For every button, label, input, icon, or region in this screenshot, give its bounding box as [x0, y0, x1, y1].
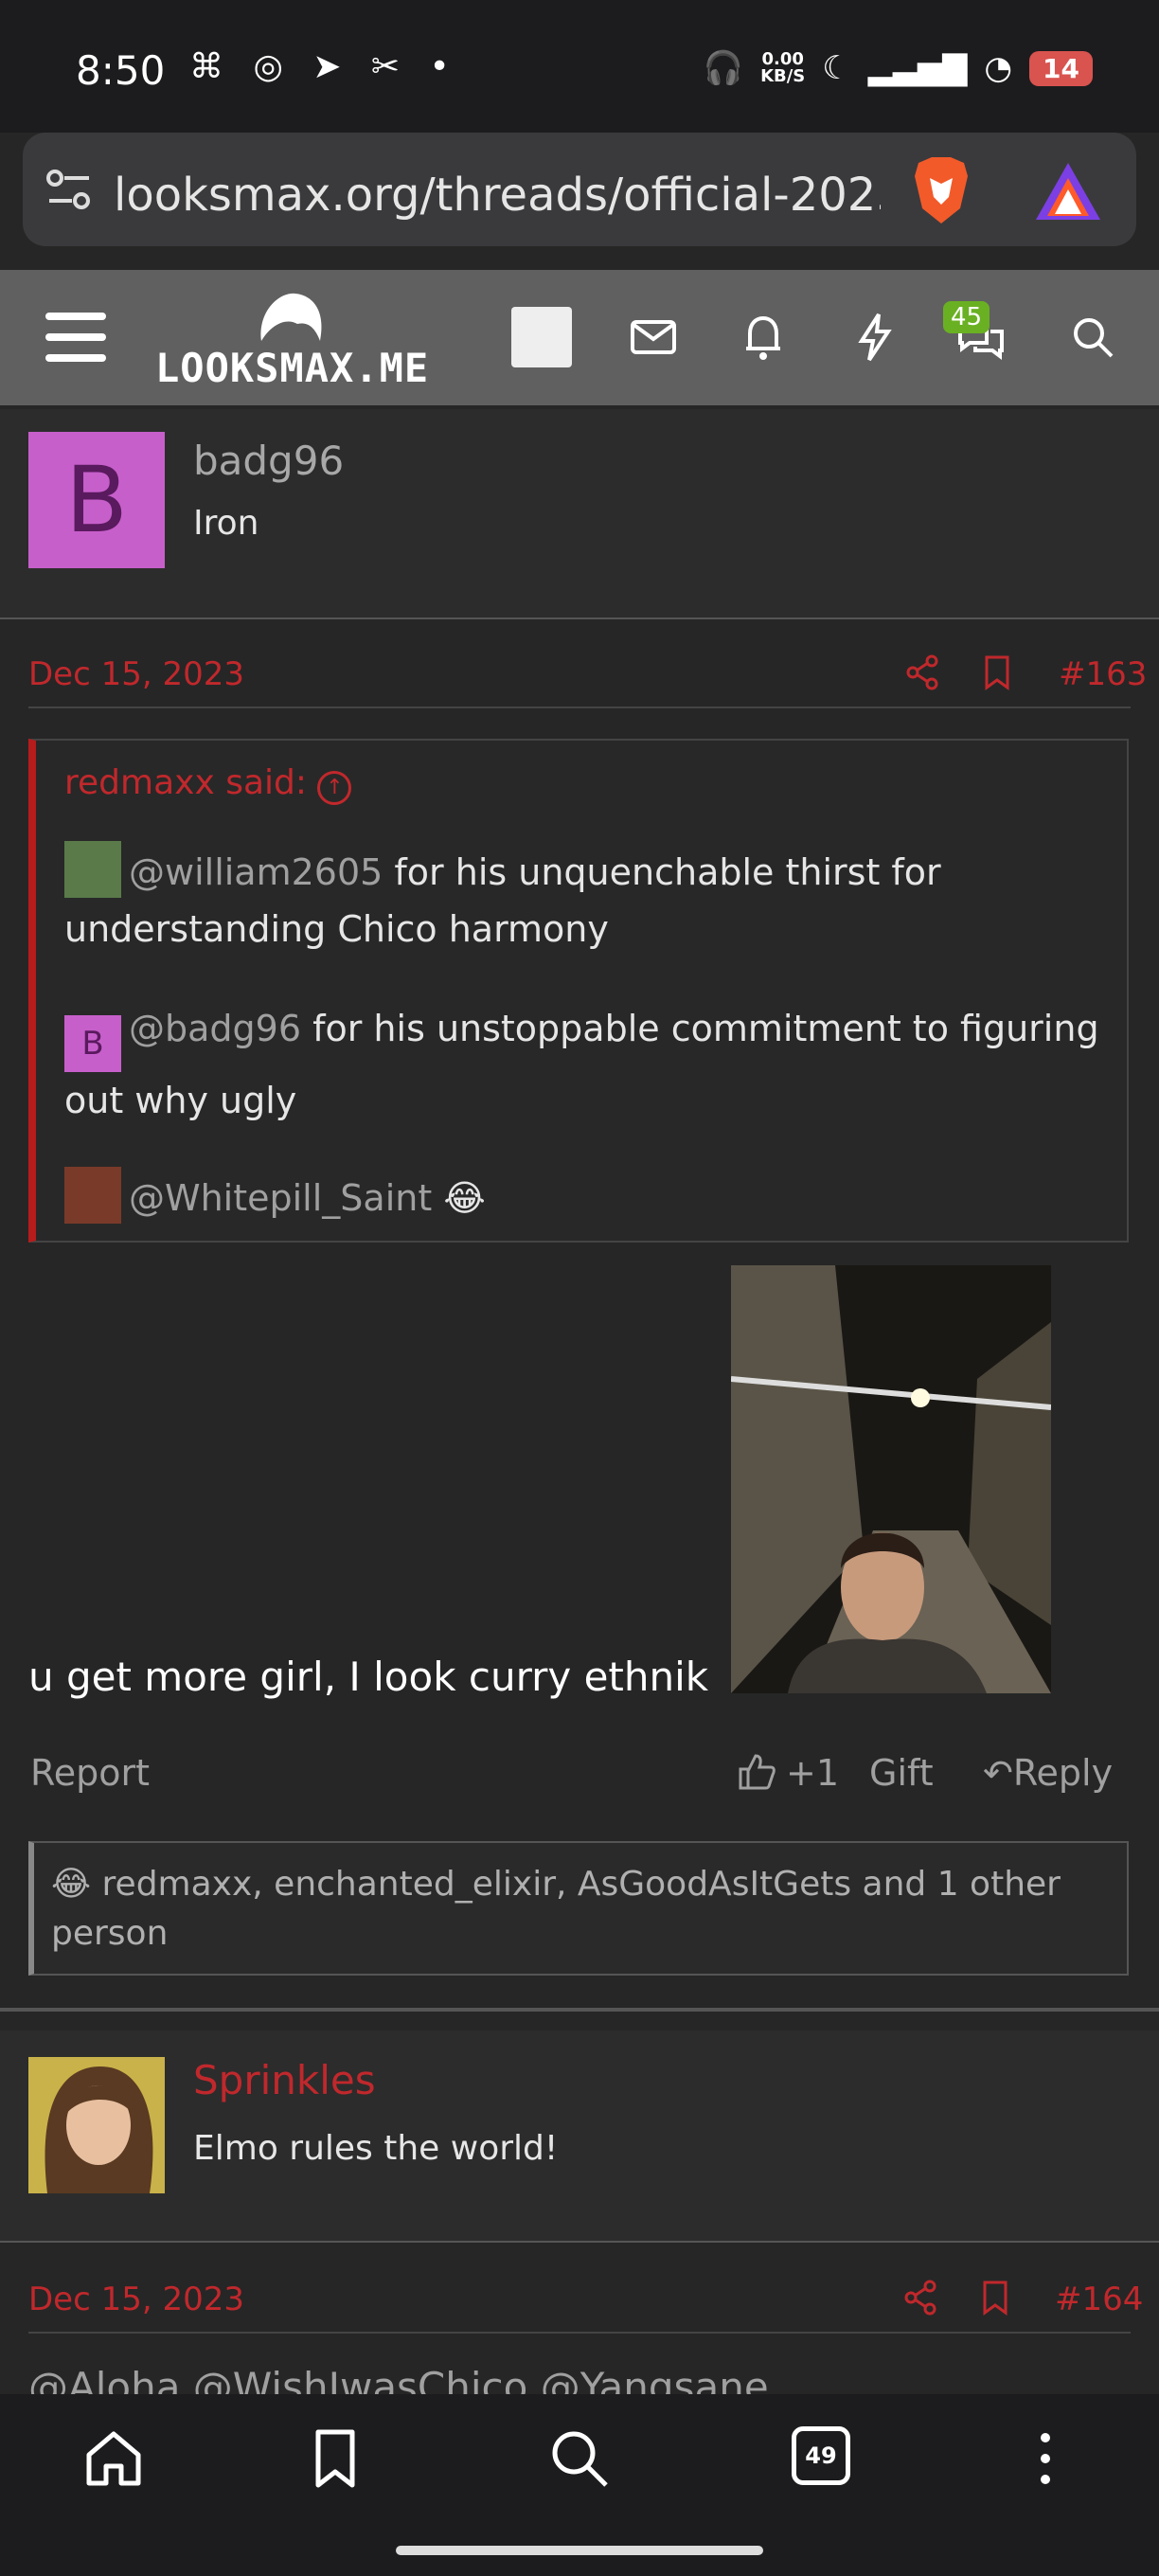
- divider: [28, 707, 1131, 708]
- post-number[interactable]: #164: [1055, 2281, 1143, 2318]
- quote-author[interactable]: redmaxx said: ↑: [64, 763, 352, 805]
- quote-jump-icon[interactable]: ↑: [317, 771, 352, 805]
- divider: [28, 2332, 1131, 2334]
- notification-icons: ⌘ ◎ ➤ ✂ •: [189, 47, 459, 86]
- brave-rewards-icon[interactable]: [1034, 161, 1102, 222]
- quote-line-2: B @badg96 for his unstoppable commitment …: [64, 1008, 1099, 1121]
- like-icon[interactable]: [737, 1752, 776, 1792]
- menu-icon[interactable]: [45, 313, 106, 362]
- headphones-icon: 🎧: [703, 49, 744, 87]
- site-logo[interactable]: LOOKSMAX.ME: [155, 345, 428, 391]
- mini-avatar: [64, 841, 121, 898]
- gesture-handle: [396, 2546, 763, 2555]
- post-username[interactable]: Sprinkles: [193, 2057, 376, 2103]
- bolt-icon[interactable]: [847, 309, 903, 366]
- post-body: u get more girl, I look curry ethnik: [28, 1654, 709, 1700]
- post-user-title: Iron: [193, 504, 259, 543]
- bookmark-icon[interactable]: [981, 653, 1013, 691]
- search-icon[interactable]: [1064, 309, 1121, 366]
- search-icon[interactable]: [545, 2424, 614, 2493]
- reply-link[interactable]: ↶Reply: [983, 1752, 1113, 1794]
- mini-avatar: B: [64, 1015, 121, 1072]
- avatar[interactable]: [28, 2057, 165, 2193]
- moon-icon: ☾: [822, 49, 851, 87]
- conversations-badge: 45: [943, 301, 990, 333]
- post-separator: [0, 2008, 1159, 2012]
- user-avatar[interactable]: [511, 307, 572, 367]
- like-count[interactable]: +1: [786, 1752, 839, 1794]
- quote-line-1: @william2605 for his unquenchable thirst…: [64, 841, 1106, 957]
- post-date[interactable]: Dec 15, 2023: [28, 655, 244, 693]
- crying-laughing-emoji: 😂: [51, 1865, 92, 1904]
- bell-icon[interactable]: [735, 309, 792, 366]
- bookmark-icon[interactable]: [979, 2279, 1011, 2317]
- share-icon[interactable]: [901, 2279, 939, 2317]
- mention-link[interactable]: @Whitepill_Saint: [129, 1177, 432, 1219]
- net-speed: 0.00 KB/S: [760, 49, 806, 86]
- tabs-count[interactable]: 49: [792, 2426, 850, 2485]
- battery-icon: 14: [1029, 50, 1093, 86]
- post-user-title: Elmo rules the world!: [193, 2129, 559, 2168]
- mention-link[interactable]: @william2605: [129, 851, 383, 893]
- url-text[interactable]: looksmax.org/threads/official-2023-: [114, 169, 881, 222]
- mention-link[interactable]: @badg96: [129, 1008, 301, 1049]
- post-photo[interactable]: [731, 1265, 1051, 1693]
- post-user-block: [0, 409, 1159, 619]
- quote-line-3: @Whitepill_Saint 😂: [64, 1167, 1106, 1226]
- site-settings-icon[interactable]: [45, 167, 93, 214]
- reply-icon: ↶: [983, 1752, 1013, 1794]
- report-link[interactable]: Report: [30, 1752, 150, 1794]
- mail-icon[interactable]: [625, 309, 682, 366]
- reactions-list[interactable]: 😂 redmaxx, enchanted_elixir, AsGoodAsItG…: [51, 1860, 1093, 1959]
- bookmarks-icon[interactable]: [301, 2424, 369, 2493]
- post-username[interactable]: badg96: [193, 438, 344, 484]
- post-number[interactable]: #163: [1059, 655, 1147, 693]
- share-icon[interactable]: [903, 653, 941, 691]
- more-menu-icon[interactable]: [1011, 2424, 1079, 2493]
- status-time: 8:50: [76, 47, 166, 94]
- post-user-block: [0, 2030, 1159, 2243]
- crying-laughing-emoji: 😂: [443, 1177, 486, 1219]
- mini-avatar: [64, 1167, 121, 1224]
- post-date[interactable]: Dec 15, 2023: [28, 2281, 244, 2318]
- status-right-icons: 🎧 0.00 KB/S ☾ ▂▃▅▇ ◔ 14: [704, 49, 1093, 87]
- avatar[interactable]: B: [28, 432, 165, 568]
- gift-link[interactable]: Gift: [869, 1752, 934, 1794]
- wifi-icon: ◔: [984, 49, 1013, 87]
- home-icon[interactable]: [80, 2424, 148, 2493]
- signal-icon: ▂▃▅▇: [867, 49, 968, 87]
- brave-shields-icon[interactable]: [911, 155, 972, 225]
